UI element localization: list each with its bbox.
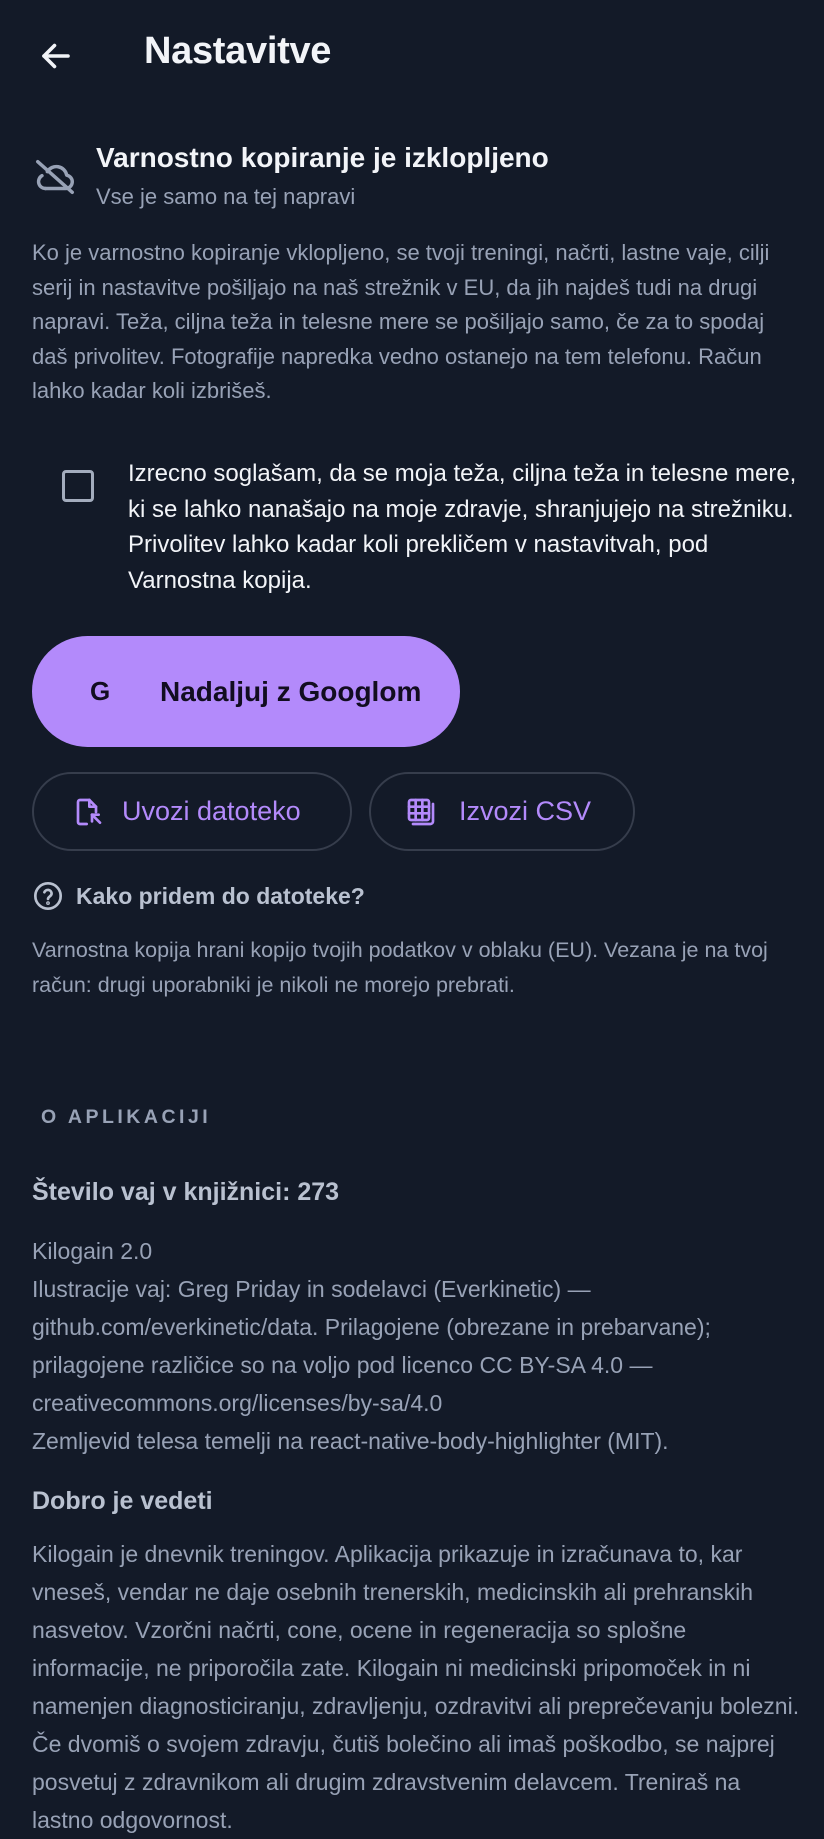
good-to-know-text: Kilogain je dnevnik treningov. Aplikacij… bbox=[32, 1541, 800, 1833]
how-to-get-file-link[interactable]: Kako pridem do datoteke? bbox=[32, 880, 365, 912]
spreadsheet-icon bbox=[405, 796, 437, 828]
body-map-credits: Zemljevid telesa temelji na react-native… bbox=[32, 1428, 669, 1454]
illustration-credits: Ilustracije vaj: Greg Priday in sodelavc… bbox=[32, 1276, 711, 1416]
backup-description: Ko je varnostno kopiranje vklopljeno, se… bbox=[32, 240, 770, 403]
backup-note: Varnostna kopija hrani kopijo tvojih pod… bbox=[32, 938, 768, 997]
google-icon: G bbox=[90, 676, 111, 706]
section-label-about: O APLIKACIJI bbox=[41, 1106, 212, 1128]
exercise-count: Število vaj v knjižnici: 273 bbox=[32, 1178, 340, 1206]
cloud-off-icon bbox=[36, 159, 74, 195]
backup-status-title: Varnostno kopiranje je izklopljeno bbox=[96, 142, 549, 173]
about-credits: Kilogain 2.0 Ilustracije vaj: Greg Prida… bbox=[32, 1232, 802, 1460]
consent-text[interactable]: Izrecno soglašam, da se moja teža, ciljn… bbox=[128, 456, 818, 598]
help-circle-icon bbox=[34, 882, 62, 910]
arrow-left-icon bbox=[42, 43, 70, 69]
google-button-label: Nadaljuj z Googlom bbox=[160, 675, 422, 707]
import-file-button[interactable]: Uvozi datoteko bbox=[32, 772, 352, 851]
back-button[interactable] bbox=[30, 30, 82, 82]
export-button-label: Izvozi CSV bbox=[459, 796, 592, 826]
app-header: Nastavitve bbox=[0, 0, 824, 112]
consent-checkbox[interactable] bbox=[62, 470, 94, 502]
continue-with-google-button[interactable]: G Nadaljuj z Googlom bbox=[32, 636, 460, 747]
import-button-label: Uvozi datoteko bbox=[122, 796, 301, 826]
app-version: Kilogain 2.0 bbox=[32, 1238, 153, 1264]
good-to-know-title: Dobro je vedeti bbox=[32, 1487, 213, 1515]
page-title: Nastavitve bbox=[144, 30, 332, 72]
file-import-icon bbox=[72, 796, 104, 828]
export-csv-button[interactable]: Izvozi CSV bbox=[369, 772, 635, 851]
help-link-label: Kako pridem do datoteke? bbox=[76, 882, 365, 909]
backup-status-subtitle: Vse je samo na tej napravi bbox=[96, 184, 356, 209]
